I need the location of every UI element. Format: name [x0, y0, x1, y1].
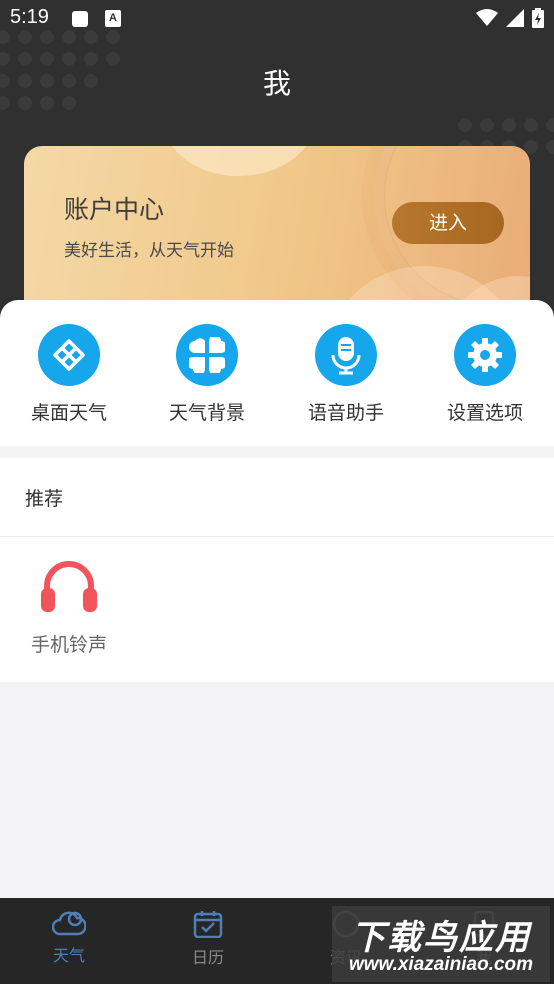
- desktop-widget-icon: [38, 324, 100, 386]
- battery-icon: [532, 8, 544, 28]
- enter-button[interactable]: 进入: [392, 202, 504, 244]
- nav-calendar[interactable]: 日历: [168, 910, 248, 968]
- feature-weather-background[interactable]: 天气背景: [138, 324, 276, 425]
- grid-clover-icon: [176, 324, 238, 386]
- notification-a-icon: A: [105, 10, 121, 27]
- nav-label: 日历: [191, 948, 224, 967]
- account-center-subtitle: 美好生活，从天气开始: [64, 241, 234, 261]
- feature-panel: 桌面天气 天气背景 语音助手 设置选项: [0, 300, 554, 446]
- status-bar: 5:19 A: [0, 0, 554, 38]
- recommend-title: 推荐: [25, 488, 64, 510]
- microphone-icon: [315, 324, 377, 386]
- headphones-icon: [41, 561, 97, 612]
- divider: [0, 536, 554, 537]
- weather-cloud-icon: [51, 911, 87, 936]
- feature-label: 桌面天气: [30, 402, 107, 424]
- watermark-title: 下载鸟应用: [351, 918, 531, 958]
- feature-desktop-weather[interactable]: 桌面天气: [0, 324, 138, 425]
- page-title: 我: [262, 67, 291, 100]
- account-center-title: 账户中心: [64, 195, 165, 224]
- watermark-overlay: 下载鸟应用 www.xiazainiao.com: [332, 906, 550, 982]
- calendar-icon: [193, 911, 223, 939]
- notification-square-icon: [72, 11, 88, 27]
- recommend-section: 推荐 手机铃声: [0, 458, 554, 682]
- recommend-item-ringtone[interactable]: 手机铃声: [20, 558, 118, 657]
- recommend-item-label: 手机铃声: [30, 634, 107, 656]
- watermark-url: www.xiazainiao.com: [348, 954, 534, 975]
- nav-weather[interactable]: 天气: [29, 910, 109, 966]
- feature-settings[interactable]: 设置选项: [416, 324, 554, 425]
- wifi-icon: [476, 9, 498, 26]
- feature-label: 天气背景: [168, 402, 245, 424]
- gear-icon: [454, 324, 516, 386]
- feature-voice-assistant[interactable]: 语音助手: [277, 324, 415, 425]
- feature-label: 语音助手: [307, 402, 384, 424]
- signal-icon: [506, 9, 524, 27]
- feature-label: 设置选项: [446, 402, 523, 424]
- nav-label: 天气: [52, 946, 85, 965]
- status-time: 5:19: [10, 6, 49, 28]
